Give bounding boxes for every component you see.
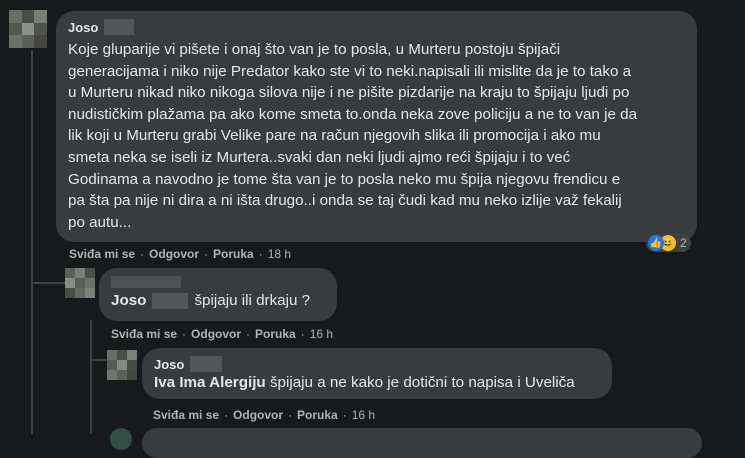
comment-text: Koje gluparije vi pišete i onaj što van … xyxy=(68,41,638,231)
mention-link[interactable]: Iva Ima Alergiju xyxy=(154,374,266,391)
reply-link[interactable]: Odgovor xyxy=(149,247,199,261)
comment-text: špijaju a ne kako je dotični to napisa i… xyxy=(269,374,575,391)
reaction-count: 2 xyxy=(680,236,687,250)
comment-author[interactable]: Joso xyxy=(154,357,184,372)
comment-actions: Sviđa mi se · Odgovor · Poruka · 16 h xyxy=(111,327,334,341)
thread-line-sub xyxy=(90,320,92,434)
like-link[interactable]: Sviđa mi se xyxy=(153,408,219,422)
blurred-surname xyxy=(190,356,223,372)
comment-timestamp[interactable]: 16 h xyxy=(352,408,375,422)
like-icon: 👍 xyxy=(648,235,664,251)
like-link[interactable]: Sviđa mi se xyxy=(111,327,177,341)
avatar[interactable] xyxy=(110,428,132,450)
reply-link[interactable]: Odgovor xyxy=(233,408,283,422)
comment-actions: Sviđa mi se · Odgovor · Poruka · 18 h xyxy=(69,247,292,261)
mention-link[interactable]: Joso xyxy=(111,292,146,309)
reaction-summary[interactable]: 👍 😆 2 xyxy=(646,234,691,252)
thread-line-main xyxy=(31,50,33,434)
comment-bubble: Joso špijaju ili drkaju ? xyxy=(99,268,337,321)
comment-actions: Sviđa mi se · Odgovor · Poruka · 16 h xyxy=(153,408,376,422)
reply-link[interactable]: Odgovor xyxy=(191,327,241,341)
blurred-name-top xyxy=(111,276,181,288)
message-link[interactable]: Poruka xyxy=(297,408,338,422)
avatar[interactable] xyxy=(9,10,47,48)
avatar[interactable] xyxy=(65,268,95,298)
blurred-surname xyxy=(104,19,135,35)
comment-author[interactable]: Joso xyxy=(68,20,98,35)
comment-text: špijaju ili drkaju ? xyxy=(194,292,311,309)
avatar[interactable] xyxy=(107,350,137,380)
like-link[interactable]: Sviđa mi se xyxy=(69,247,135,261)
comment-bubble: Joso Iva Ima Alergiju špijaju a ne kako … xyxy=(142,348,612,399)
comment-timestamp[interactable]: 18 h xyxy=(268,247,291,261)
comment-bubble: Joso Koje gluparije vi pišete i onaj što… xyxy=(56,11,697,242)
comment-timestamp[interactable]: 16 h xyxy=(310,327,333,341)
comment-bubble xyxy=(142,428,702,458)
message-link[interactable]: Poruka xyxy=(255,327,296,341)
message-link[interactable]: Poruka xyxy=(213,247,254,261)
blurred-surname xyxy=(152,292,189,309)
